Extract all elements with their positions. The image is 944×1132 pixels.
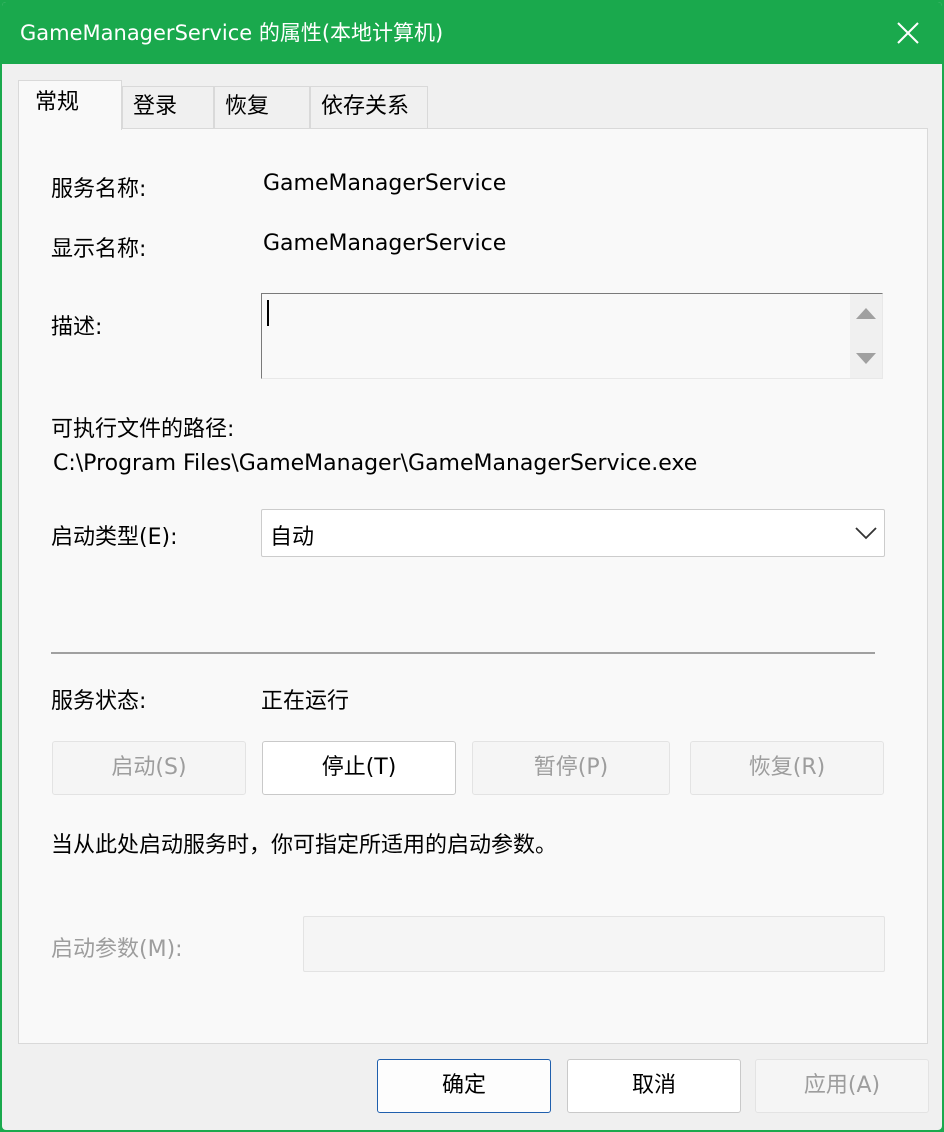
start-button[interactable]: 启动(S) [52,741,246,795]
cancel-button[interactable]: 取消 [567,1059,741,1113]
ok-button[interactable]: 确定 [377,1059,551,1113]
description-scrollbar[interactable] [850,294,882,378]
tab-general[interactable]: 常规 [18,80,122,130]
resume-button[interactable]: 恢复(R) [690,741,884,795]
close-button[interactable] [874,2,942,64]
text-caret [267,300,269,326]
display-name-label: 显示名称: [51,237,147,262]
close-icon [897,22,919,44]
description-textarea[interactable] [261,293,883,379]
tab-logon[interactable]: 登录 [122,86,214,129]
start-params-hint: 当从此处启动服务时，你可指定所适用的启动参数。 [51,833,558,858]
general-tab-panel: 服务名称: GameManagerService 显示名称: GameManag… [18,128,928,1044]
description-label: 描述: [51,315,103,340]
tab-recovery[interactable]: 恢复 [214,86,310,129]
exec-path-label: 可执行文件的路径: [51,417,235,442]
section-divider [51,652,875,654]
properties-window: GameManagerService 的属性(本地计算机) 常规 登录 恢复 依… [0,0,944,1132]
startup-type-label: 启动类型(E): [51,525,178,550]
stop-button[interactable]: 停止(T) [262,741,456,795]
tab-dependencies[interactable]: 依存关系 [310,86,428,129]
service-name-label: 服务名称: [51,177,147,202]
exec-path-value: C:\Program Files\GameManager\GameManager… [53,451,698,476]
tab-recovery-label: 恢复 [225,94,270,119]
start-params-label: 启动参数(M): [51,937,183,962]
apply-button[interactable]: 应用(A) [755,1059,929,1113]
startup-type-value: 自动 [270,525,315,550]
service-name-value: GameManagerService [263,171,507,196]
service-status-value: 正在运行 [261,689,350,714]
start-params-input[interactable] [303,916,885,972]
display-name-value: GameManagerService [263,231,507,256]
scroll-up-arrow-icon[interactable] [856,308,876,319]
startup-type-select[interactable]: 自动 [261,509,885,557]
chevron-down-icon [855,527,877,540]
scroll-down-arrow-icon[interactable] [856,353,876,364]
window-title: GameManagerService 的属性(本地计算机) [20,21,444,45]
pause-button[interactable]: 暂停(P) [472,741,670,795]
tab-general-label: 常规 [35,90,80,115]
tab-dependencies-label: 依存关系 [321,94,410,119]
service-status-label: 服务状态: [51,689,147,714]
tab-logon-label: 登录 [133,94,178,119]
title-bar: GameManagerService 的属性(本地计算机) [2,2,942,64]
